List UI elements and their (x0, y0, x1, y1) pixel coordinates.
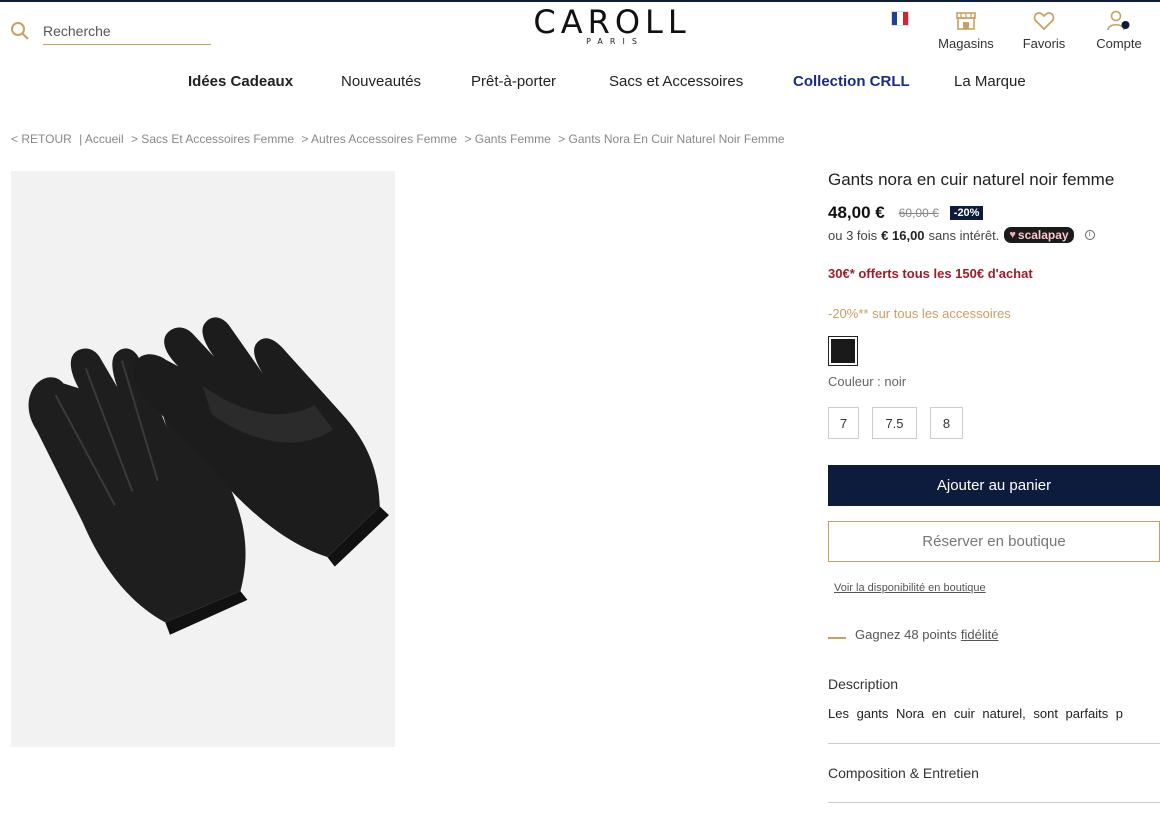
old-price: 60,00 € (898, 206, 939, 220)
top-border (0, 0, 1160, 2)
loyalty-link[interactable]: fidélité (961, 627, 999, 642)
product-panel: Gants nora en cuir naturel noir femme 48… (828, 170, 1160, 803)
loyalty-row: Gagnez 48 points fidélité (828, 627, 998, 642)
account-link[interactable]: Compte (1090, 9, 1148, 51)
info-icon[interactable]: i (1084, 230, 1095, 240)
logo-text: CAROLL (533, 3, 691, 41)
size-selector: 7 7.5 8 (828, 407, 976, 439)
heart-icon: ♥ (1009, 229, 1016, 241)
current-price: 48,00 € (828, 203, 885, 222)
installments-row: ou 3 fois € 16,00 sans intérêt. ♥ scalap… (828, 227, 1095, 243)
favorites-link[interactable]: Favoris (1019, 9, 1069, 51)
breadcrumb-other-accessories[interactable]: > Autres Accessoires Femme (301, 132, 457, 146)
search-input[interactable] (43, 18, 211, 45)
account-label: Compte (1096, 36, 1142, 51)
brand-logo[interactable]: CAROLL PARIS (512, 4, 712, 46)
search-bar (10, 18, 212, 46)
promo-offer: 30€* offerts tous les 150€ d'achat (828, 266, 1033, 281)
main-nav: Idées Cadeaux Nouveautés Prêt-à-porter S… (0, 73, 1160, 93)
divider (828, 802, 1160, 803)
breadcrumb-back[interactable]: < RETOUR (11, 132, 72, 146)
scalapay-label: scalapay (1017, 228, 1069, 242)
installments-suffix: sans intérêt. (928, 227, 1000, 243)
promo-accessories: -20%** sur tous les accessoires (828, 306, 1011, 321)
color-label: Couleur : noir (828, 374, 907, 389)
size-option[interactable]: 7 (828, 407, 859, 439)
breadcrumb: < RETOUR | Accueil > Sacs Et Accessoires… (11, 132, 789, 146)
availability-link[interactable]: Voir la disponibilité en boutique (834, 582, 986, 594)
store-icon (934, 9, 998, 33)
description-text: Les gants Nora en cuir naturel, sont par… (828, 706, 1124, 721)
heart-icon (1019, 9, 1069, 33)
price-row: 48,00 € 60,00 € -20% (828, 203, 984, 223)
fr-flag-icon[interactable] (891, 11, 909, 26)
gloves-illustration (28, 317, 389, 635)
divider (828, 743, 1160, 744)
composition-title[interactable]: Composition & Entretien (828, 765, 979, 781)
nav-item-brand[interactable]: La Marque (954, 73, 1026, 90)
product-image[interactable] (11, 171, 395, 747)
reserve-in-store-button[interactable]: Réserver en boutique (828, 521, 1160, 562)
nav-item-bags-accessories[interactable]: Sacs et Accessoires (609, 73, 743, 90)
nav-item-gifts[interactable]: Idées Cadeaux (188, 73, 293, 90)
color-swatch-black[interactable] (828, 336, 858, 366)
favorites-label: Favoris (1022, 36, 1066, 51)
breadcrumb-home[interactable]: | Accueil (79, 132, 123, 146)
stores-label: Magasins (938, 36, 994, 51)
stores-link[interactable]: Magasins (934, 9, 998, 51)
nav-item-ready-to-wear[interactable]: Prêt-à-porter (471, 73, 556, 90)
breadcrumb-current: > Gants Nora En Cuir Naturel Noir Femme (558, 132, 785, 146)
installments-amount: € 16,00 (881, 227, 925, 243)
breadcrumb-bags[interactable]: > Sacs Et Accessoires Femme (131, 132, 294, 146)
add-to-cart-button[interactable]: Ajouter au panier (828, 465, 1160, 506)
discount-badge: -20% (949, 206, 984, 220)
loyalty-text: Gagnez 48 points (855, 627, 957, 642)
size-option[interactable]: 8 (930, 407, 963, 439)
installments-prefix: ou 3 fois (828, 227, 878, 243)
dash-icon (828, 636, 846, 639)
size-option[interactable]: 7.5 (872, 407, 917, 439)
product-title: Gants nora en cuir naturel noir femme (828, 170, 1115, 189)
breadcrumb-gloves[interactable]: > Gants Femme (464, 132, 550, 146)
scalapay-badge[interactable]: ♥ scalapay (1004, 227, 1074, 243)
nav-item-crll[interactable]: Collection CRLL (793, 73, 910, 90)
description-title[interactable]: Description (828, 676, 898, 692)
search-icon[interactable] (10, 21, 30, 41)
nav-item-new[interactable]: Nouveautés (341, 73, 421, 90)
user-icon (1090, 9, 1148, 33)
